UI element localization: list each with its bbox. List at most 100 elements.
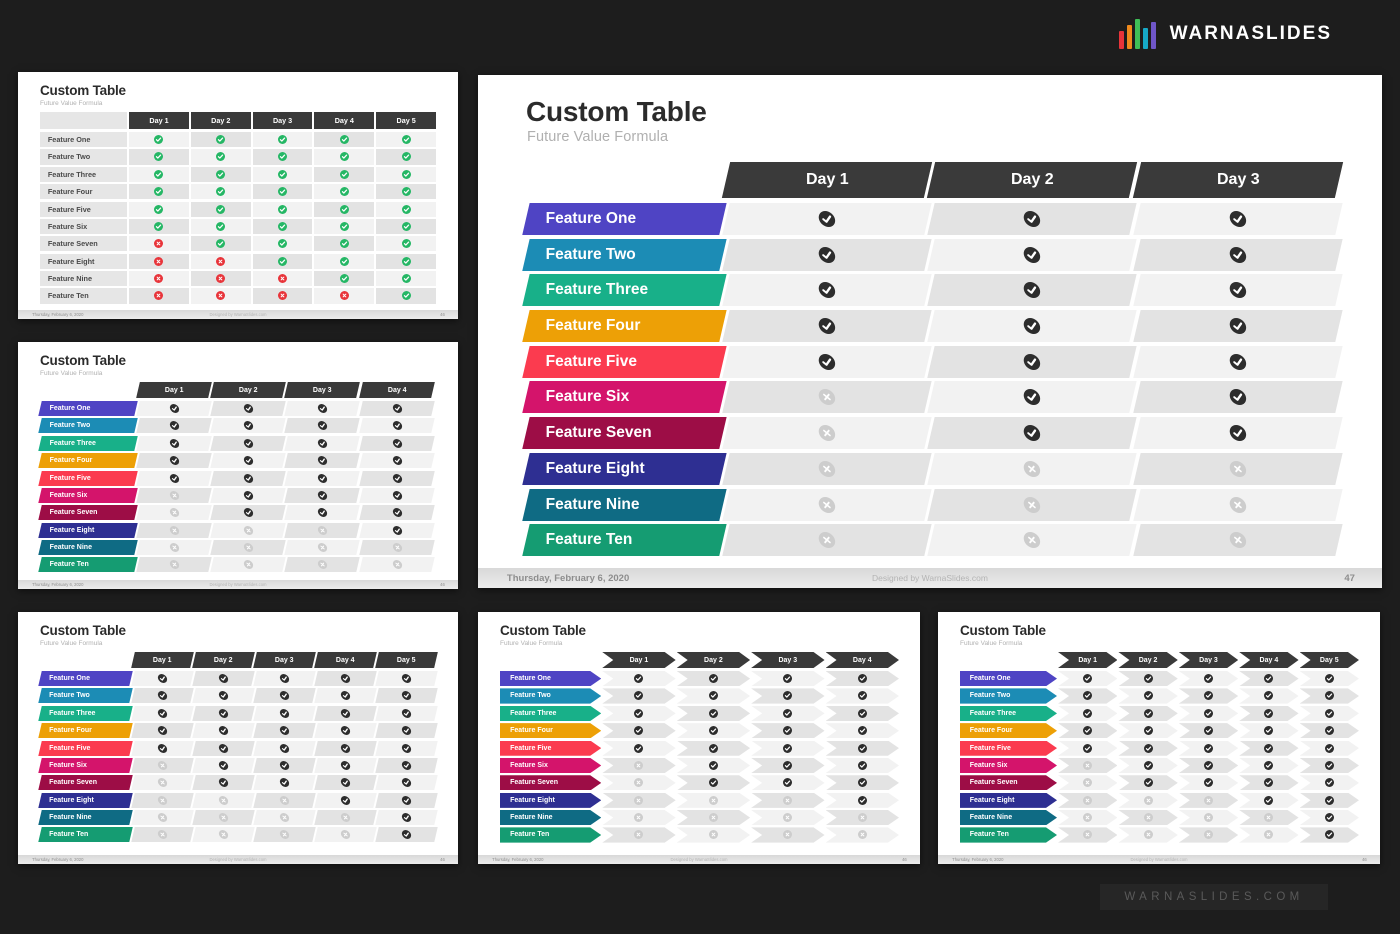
table-row[interactable]: Feature One	[500, 671, 900, 686]
row-label-feature-7[interactable]: Feature Seven	[500, 775, 601, 790]
cell-r6-c3[interactable]	[252, 218, 313, 235]
row-label-feature-9[interactable]: Feature Nine	[38, 810, 133, 826]
cell-r10-c4[interactable]	[1239, 827, 1298, 842]
cell-r4-c1[interactable]	[722, 310, 932, 342]
column-header-day-2[interactable]: Day 2	[192, 652, 255, 668]
cell-r5-c1[interactable]	[602, 741, 675, 756]
cell-r10-c2[interactable]	[677, 827, 750, 842]
cell-r3-c4[interactable]	[359, 435, 435, 451]
table-row[interactable]: Feature Seven	[40, 236, 438, 252]
cell-r5-c3[interactable]	[253, 740, 316, 756]
cell-r4-c2[interactable]	[1118, 723, 1177, 738]
cell-r7-c3[interactable]	[1133, 417, 1343, 449]
row-label-feature-8[interactable]: Feature Eight	[40, 253, 128, 269]
cell-r3-c2[interactable]	[1118, 706, 1177, 721]
cell-r5-c1[interactable]	[722, 345, 932, 378]
row-label-feature-3[interactable]: Feature Three	[500, 706, 601, 721]
row-label-feature-4[interactable]: Feature Four	[960, 723, 1057, 738]
cell-r2-c1[interactable]	[602, 688, 675, 703]
cell-r9-c1[interactable]	[129, 271, 189, 287]
cell-r2-c2[interactable]	[190, 149, 251, 165]
cell-r2-c4[interactable]	[826, 688, 899, 703]
row-label-feature-5[interactable]: Feature Five	[38, 470, 138, 486]
table-row[interactable]: Feature One	[38, 401, 438, 417]
cell-r6-c1[interactable]	[131, 757, 194, 774]
slide-thumbnail-2[interactable]: Custom Table Future Value Formula Day 1 Day…	[18, 342, 458, 589]
cell-r1-c4[interactable]	[314, 671, 377, 687]
cell-r4-c5[interactable]	[376, 184, 436, 200]
table-row[interactable]: Feature One	[522, 203, 1343, 235]
cell-r1-c3[interactable]	[1179, 671, 1238, 686]
table-row[interactable]: Feature Three	[38, 705, 438, 721]
cell-r7-c1[interactable]	[135, 505, 212, 521]
table-row[interactable]: Feature Three	[500, 706, 900, 721]
cell-r10-c4[interactable]	[826, 827, 899, 842]
table-row[interactable]: Feature Four	[40, 184, 438, 200]
cell-r6-c1[interactable]	[1058, 758, 1117, 773]
cell-r10-c1[interactable]	[602, 827, 675, 842]
row-label-feature-8[interactable]: Feature Eight	[500, 793, 601, 808]
cell-r1-c3[interactable]	[1133, 203, 1343, 235]
cell-r9-c1[interactable]	[135, 540, 212, 556]
cell-r7-c1[interactable]	[1058, 775, 1117, 790]
slide-thumbnail-4[interactable]: Custom Table Future Value Formula Day 1 Day…	[478, 612, 920, 864]
cell-r6-c4[interactable]	[826, 758, 899, 773]
cell-r4-c2[interactable]	[190, 184, 251, 200]
cell-r10-c3[interactable]	[252, 288, 313, 304]
cell-r6-c3[interactable]	[1133, 381, 1343, 413]
cell-r2-c2[interactable]	[1118, 688, 1177, 703]
table-row[interactable]: Feature Eight	[960, 793, 1360, 808]
cell-r3-c3[interactable]	[284, 435, 361, 451]
cell-r2-c3[interactable]	[252, 149, 313, 165]
row-label-feature-3[interactable]: Feature Three	[960, 706, 1057, 721]
cell-r7-c4[interactable]	[314, 775, 377, 791]
table-row[interactable]: Feature Two	[38, 418, 438, 434]
row-label-feature-7[interactable]: Feature Seven	[40, 236, 128, 252]
cell-r10-c2[interactable]	[927, 524, 1138, 556]
cell-r7-c1[interactable]	[131, 775, 194, 791]
row-label-feature-6[interactable]: Feature Six	[500, 758, 601, 773]
cell-r1-c3[interactable]	[252, 132, 313, 148]
table-row[interactable]: Feature Five	[960, 741, 1360, 756]
column-header-day-2[interactable]: Day 2	[210, 382, 287, 398]
cell-r4-c5[interactable]	[1300, 723, 1359, 738]
cell-r8-c1[interactable]	[1058, 793, 1117, 808]
cell-r6-c2[interactable]	[190, 218, 251, 235]
cell-r10-c3[interactable]	[284, 557, 361, 573]
cell-r1-c3[interactable]	[751, 671, 824, 686]
row-label-feature-4[interactable]: Feature Four	[38, 723, 133, 739]
cell-r5-c2[interactable]	[677, 741, 750, 756]
cell-r7-c3[interactable]	[751, 775, 824, 790]
cell-r9-c2[interactable]	[927, 488, 1138, 520]
cell-r5-c2[interactable]	[190, 201, 251, 217]
row-label-feature-2[interactable]: Feature Two	[40, 149, 128, 165]
column-header-day-1[interactable]: Day 1	[1058, 652, 1117, 668]
cell-r9-c4[interactable]	[314, 271, 375, 287]
table-row[interactable]: Feature Seven	[522, 417, 1343, 449]
table-row[interactable]: Feature Five	[522, 345, 1343, 378]
column-header-day-3[interactable]: Day 3	[284, 382, 361, 398]
table-row[interactable]: Feature Nine	[40, 271, 438, 287]
table-row[interactable]: Feature Three	[960, 706, 1360, 721]
cell-r3-c4[interactable]	[314, 166, 375, 182]
row-label-feature-5[interactable]: Feature Five	[522, 345, 727, 378]
cell-r7-c2[interactable]	[677, 775, 750, 790]
cell-r2-c3[interactable]	[284, 418, 361, 434]
cell-r6-c1[interactable]	[602, 758, 675, 773]
cell-r8-c3[interactable]	[751, 793, 824, 808]
cell-r5-c4[interactable]	[359, 470, 435, 486]
cell-r3-c1[interactable]	[602, 706, 675, 721]
column-header-day-4[interactable]: Day 4	[314, 652, 377, 668]
row-label-feature-7[interactable]: Feature Seven	[522, 417, 727, 449]
row-label-feature-7[interactable]: Feature Seven	[38, 775, 133, 791]
table-row[interactable]: Feature One	[40, 132, 438, 148]
cell-r10-c4[interactable]	[314, 288, 375, 304]
cell-r3-c3[interactable]	[252, 166, 313, 182]
cell-r2-c4[interactable]	[314, 149, 375, 165]
table-row[interactable]: Feature Five	[38, 740, 438, 756]
table-row[interactable]: Feature Six	[960, 758, 1360, 773]
cell-r4-c5[interactable]	[375, 723, 438, 739]
row-label-feature-4[interactable]: Feature Four	[522, 310, 727, 342]
cell-r2-c1[interactable]	[129, 149, 189, 165]
cell-r9-c3[interactable]	[1133, 488, 1343, 520]
